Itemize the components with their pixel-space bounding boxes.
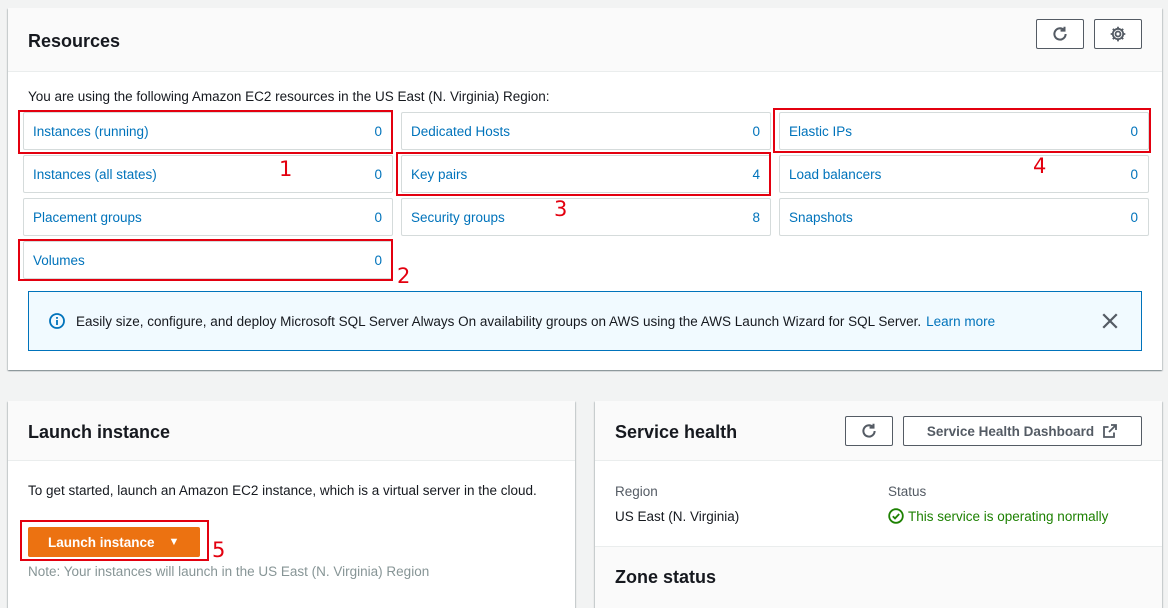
resource-count[interactable]: 0 — [752, 124, 760, 139]
external-link-icon — [1103, 424, 1118, 438]
launch-note: Note: Your instances will launch in the … — [28, 564, 430, 579]
launch-header: Launch instance — [8, 401, 575, 461]
status-text: This service is operating normally — [908, 508, 1109, 524]
annotation-number-2: 2 — [397, 264, 411, 288]
annotation-box-2 — [18, 239, 393, 281]
launch-instance-panel: Launch instance To get started, launch a… — [8, 401, 575, 608]
annotation-number-1: 1 — [279, 157, 293, 181]
resource-security-groups[interactable]: Security groups 8 — [401, 198, 771, 236]
annotation-number-5: 5 — [212, 538, 226, 562]
annotation-box-1 — [18, 110, 393, 154]
dashboard-button-label: Service Health Dashboard — [926, 423, 1095, 439]
region-label: Region — [615, 484, 658, 499]
resource-count[interactable]: 0 — [1130, 210, 1138, 225]
service-health-header: Service health Service Health Dashboard — [595, 401, 1162, 461]
zone-status-title: Zone status — [615, 567, 717, 587]
resource-label[interactable]: Instances (all states) — [33, 167, 157, 182]
service-health-dashboard-button[interactable]: Service Health Dashboard — [903, 416, 1142, 446]
service-health-panel: Service health Service Health Dashboard … — [595, 401, 1162, 608]
launch-description: To get started, launch an Amazon EC2 ins… — [28, 483, 537, 498]
resource-label[interactable]: Load balancers — [789, 167, 881, 182]
info-banner: Easily size, configure, and deploy Micro… — [28, 291, 1142, 351]
annotation-box-3 — [396, 152, 771, 196]
resource-instances-all-states[interactable]: Instances (all states) 0 — [23, 155, 393, 193]
check-circle-icon — [888, 508, 904, 524]
resource-count[interactable]: 0 — [374, 167, 382, 182]
settings-button[interactable] — [1094, 19, 1142, 49]
learn-more-link[interactable]: Learn more — [926, 314, 995, 329]
zone-status-section: Zone status — [595, 546, 1162, 608]
status-label: Status — [888, 484, 927, 499]
resource-count[interactable]: 0 — [374, 210, 382, 225]
resource-snapshots[interactable]: Snapshots 0 — [779, 198, 1149, 236]
resource-label[interactable]: Snapshots — [789, 210, 853, 225]
info-message: Easily size, configure, and deploy Micro… — [76, 313, 922, 329]
resource-count[interactable]: 8 — [752, 210, 760, 225]
refresh-button[interactable] — [1036, 19, 1084, 49]
refresh-icon — [862, 423, 876, 438]
resource-label[interactable]: Dedicated Hosts — [411, 124, 510, 139]
resource-dedicated-hosts[interactable]: Dedicated Hosts 0 — [401, 112, 771, 150]
gear-icon — [1110, 26, 1126, 42]
annotation-box-5 — [20, 520, 209, 561]
close-icon[interactable] — [1101, 312, 1119, 330]
resource-count[interactable]: 0 — [1130, 167, 1138, 182]
resources-intro: You are using the following Amazon EC2 r… — [28, 89, 550, 104]
region-value: US East (N. Virginia) — [615, 509, 740, 524]
service-health-refresh-button[interactable] — [845, 416, 893, 446]
annotation-box-4 — [773, 108, 1151, 153]
annotation-number-3: 3 — [554, 197, 568, 221]
annotation-number-4: 4 — [1033, 154, 1047, 178]
resource-load-balancers[interactable]: Load balancers 0 — [779, 155, 1149, 193]
launch-title: Launch instance — [28, 422, 171, 442]
resources-header: Resources — [8, 8, 1162, 72]
service-health-title: Service health — [615, 422, 738, 442]
resources-title: Resources — [28, 31, 121, 51]
status-value: This service is operating normally — [888, 508, 1108, 524]
resource-label[interactable]: Placement groups — [33, 210, 142, 225]
info-icon — [49, 313, 65, 329]
resource-placement-groups[interactable]: Placement groups 0 — [23, 198, 393, 236]
refresh-icon — [1053, 26, 1067, 41]
resource-label[interactable]: Security groups — [411, 210, 505, 225]
